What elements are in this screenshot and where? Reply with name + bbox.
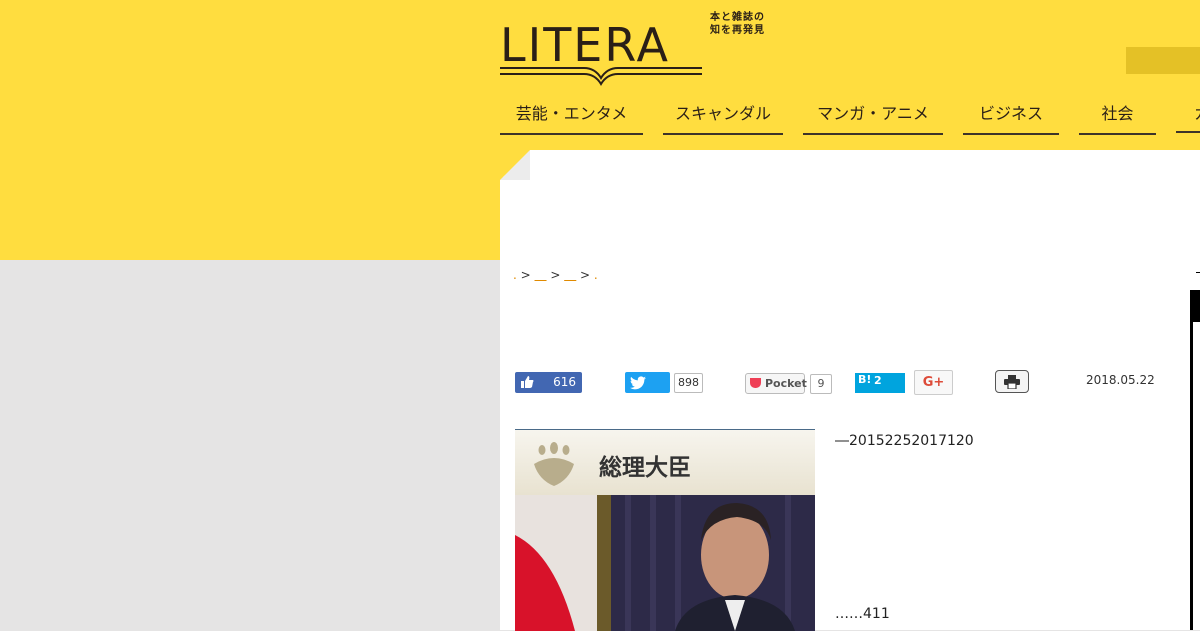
sidebar-edge-tick xyxy=(1196,272,1200,273)
facebook-count: 616 xyxy=(553,375,576,389)
corner-fold xyxy=(500,150,530,180)
printer-icon xyxy=(1004,375,1020,389)
site-logo[interactable]: LITERA 本と雑誌の 知を再発見 xyxy=(500,8,780,88)
facebook-like-button[interactable]: 616 xyxy=(515,372,582,393)
logo-wordmark: LITERA xyxy=(500,18,670,72)
breadcrumb: . > ＿ > ＿ > . xyxy=(513,266,598,283)
tagline-line-1: 本と雑誌の xyxy=(710,12,765,23)
breadcrumb-separator: > xyxy=(576,268,594,282)
sidebar-edge-line xyxy=(1190,322,1193,630)
article-text-1: ―20152252017120 xyxy=(835,433,974,449)
nav-item-business[interactable]: ビジネス xyxy=(963,100,1059,135)
pocket-count: 9 xyxy=(810,374,832,394)
paulownia-crest-icon xyxy=(534,442,574,486)
hatena-count: 2 xyxy=(874,374,882,387)
nav-item-scandal[interactable]: スキャンダル xyxy=(663,100,783,135)
prime-minister-photo xyxy=(515,495,815,631)
hatena-bookmark-button[interactable]: B! 2 xyxy=(855,373,905,393)
breadcrumb-link-2[interactable]: ＿ xyxy=(564,268,576,282)
breadcrumb-end: . xyxy=(593,268,598,282)
breadcrumb-link-1[interactable]: ＿ xyxy=(535,268,547,282)
breadcrumb-separator: > xyxy=(516,268,535,282)
pocket-label: Pocket xyxy=(765,377,807,390)
hatena-icon: B! xyxy=(858,373,872,386)
book-icon xyxy=(500,67,702,86)
thumbs-up-icon xyxy=(520,375,534,392)
nav-item-more[interactable]: カ xyxy=(1176,100,1200,133)
search-input[interactable] xyxy=(1126,47,1200,74)
nav-item-manga-anime[interactable]: マンガ・アニメ xyxy=(803,100,943,135)
breadcrumb-separator: > xyxy=(546,268,565,282)
google-plus-button[interactable]: G+ xyxy=(914,370,953,395)
image-header-banner: 総理大臣 xyxy=(515,430,815,495)
twitter-bird-icon xyxy=(630,376,646,390)
print-button[interactable] xyxy=(995,370,1029,393)
sidebar-edge-block xyxy=(1190,290,1200,322)
image-title: 総理大臣 xyxy=(599,455,691,481)
twitter-tweet-button[interactable] xyxy=(625,372,670,393)
article-date: 2018.05.22 xyxy=(1086,373,1155,387)
pocket-icon xyxy=(750,378,761,388)
pocket-button[interactable]: Pocket xyxy=(745,373,807,394)
article-text-2: ……411 xyxy=(835,606,890,622)
tagline-line-2: 知を再発見 xyxy=(710,25,765,36)
twitter-count: 898 xyxy=(674,373,703,393)
logo-tagline: 本と雑誌の 知を再発見 xyxy=(710,11,780,37)
nav-item-society[interactable]: 社会 xyxy=(1079,100,1156,135)
article-image: 総理大臣 xyxy=(515,429,815,631)
main-nav: 芸能・エンタメ スキャンダル マンガ・アニメ ビジネス 社会 カ xyxy=(500,100,1200,136)
nav-item-entertainment[interactable]: 芸能・エンタメ xyxy=(500,100,643,135)
